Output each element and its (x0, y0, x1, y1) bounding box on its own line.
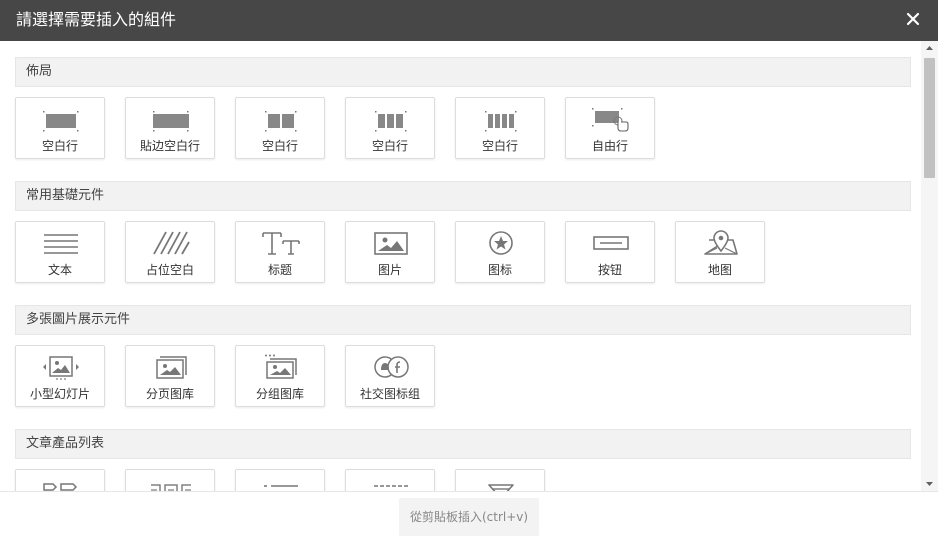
component-grouped-gallery[interactable]: 分组图库 (235, 345, 325, 407)
component-label: 文本 (47, 263, 72, 277)
text-icon (44, 234, 78, 254)
component-label: 图片 (377, 263, 402, 277)
section-layout: 佈局 空白行 貼边空白行 空白行 空白行 空白行 自由行 (15, 57, 911, 181)
component-icon[interactable]: 图标 (455, 221, 545, 283)
component-label: 按钮 (597, 263, 622, 277)
component-label: 空白行 (261, 139, 298, 153)
scroll-down-arrow-icon[interactable] (921, 477, 938, 491)
vertical-scrollbar[interactable] (921, 41, 938, 491)
dialog-titlebar: 請選擇需要插入的組件 (0, 0, 938, 41)
scrollbar-thumb[interactable] (924, 58, 935, 178)
component-heading[interactable]: 标题 (235, 221, 325, 283)
component-label: 分组图库 (255, 387, 304, 401)
four-column-row-icon (485, 111, 517, 132)
component-social-icons[interactable]: 社交图标组 (345, 345, 435, 407)
paged-gallery-icon (156, 356, 187, 379)
component-four-column-row[interactable]: 空白行 (455, 97, 545, 159)
component-label: 空白行 (41, 139, 78, 153)
heading-icon (262, 232, 300, 255)
component-label: 空白行 (481, 139, 518, 153)
section-multi-image: 多張圖片展示元件 小型幻灯片 分页图库 分组图库 社交图标组 (15, 305, 911, 429)
two-column-row-icon (265, 111, 297, 132)
scroll-up-arrow-icon[interactable] (921, 41, 938, 55)
free-row-icon (592, 108, 629, 132)
component-bullet-list[interactable] (235, 469, 325, 491)
bullet-list-icon (264, 485, 298, 487)
component-placeholder[interactable]: 占位空白 (125, 221, 215, 283)
component-three-column-row[interactable]: 空白行 (345, 97, 435, 159)
slideshow-icon (43, 356, 79, 380)
component-label: 空白行 (371, 139, 408, 153)
section-basic-components: 常用基礎元件 文本 占位空白 标题 图片 图标 按钮 地图 (15, 181, 911, 305)
map-icon (704, 230, 738, 255)
image-icon (374, 232, 408, 255)
three-column-row-icon (375, 111, 407, 132)
component-filter[interactable] (455, 469, 545, 491)
component-button[interactable]: 按钮 (565, 221, 655, 283)
single-row-icon (43, 111, 79, 132)
insert-component-dialog: 請選擇需要插入的組件 佈局 空白行 貼边空白行 空白行 空白行 空白行 自由行 … (0, 0, 938, 542)
component-sections: 佈局 空白行 貼边空白行 空白行 空白行 空白行 自由行 常用基礎元件 文本 占… (15, 57, 911, 491)
social-icons-icon (374, 356, 409, 378)
tag-list-icon (43, 483, 78, 491)
placeholder-icon (153, 231, 190, 255)
paste-from-clipboard-button[interactable]: 從剪貼板插入(ctrl+v) (399, 498, 539, 536)
component-blank-row[interactable]: 空白行 (15, 97, 105, 159)
edge-row-icon (153, 111, 189, 132)
star-icon (489, 231, 513, 255)
dialog-title: 請選擇需要插入的組件 (16, 10, 177, 29)
filter-icon (488, 484, 514, 491)
section-title: 多張圖片展示元件 (15, 305, 911, 335)
button-icon (593, 236, 629, 250)
component-label: 分页图库 (145, 387, 194, 401)
component-image[interactable]: 图片 (345, 221, 435, 283)
component-label: 图标 (487, 263, 512, 277)
component-label: 地图 (707, 263, 732, 277)
component-label: 社交图标组 (359, 387, 420, 401)
close-icon[interactable] (902, 8, 924, 30)
carousel-list-icon (151, 484, 191, 491)
component-label: 貼边空白行 (139, 139, 200, 153)
grouped-gallery-icon (265, 354, 297, 379)
section-title: 佈局 (15, 57, 911, 87)
component-edge-blank-row[interactable]: 貼边空白行 (125, 97, 215, 159)
component-carousel-list[interactable] (125, 469, 215, 491)
dialog-body: 佈局 空白行 貼边空白行 空白行 空白行 空白行 自由行 常用基礎元件 文本 占… (0, 41, 938, 491)
component-tag-list[interactable] (15, 469, 105, 491)
component-label: 占位空白 (145, 263, 194, 277)
dashed-list-icon (374, 485, 408, 487)
component-free-row[interactable]: 自由行 (565, 97, 655, 159)
section-article-product-list: 文章產品列表 (15, 429, 911, 491)
dialog-footer: 從剪貼板插入(ctrl+v) (0, 491, 938, 542)
component-paged-gallery[interactable]: 分页图库 (125, 345, 215, 407)
component-label: 小型幻灯片 (29, 387, 90, 401)
component-label: 标题 (267, 263, 292, 277)
component-dashed-list[interactable] (345, 469, 435, 491)
section-title: 文章產品列表 (15, 429, 911, 459)
component-mini-slideshow[interactable]: 小型幻灯片 (15, 345, 105, 407)
component-label: 自由行 (591, 139, 628, 153)
component-two-column-row[interactable]: 空白行 (235, 97, 325, 159)
section-title: 常用基礎元件 (15, 181, 911, 211)
component-map[interactable]: 地图 (675, 221, 765, 283)
component-text[interactable]: 文本 (15, 221, 105, 283)
